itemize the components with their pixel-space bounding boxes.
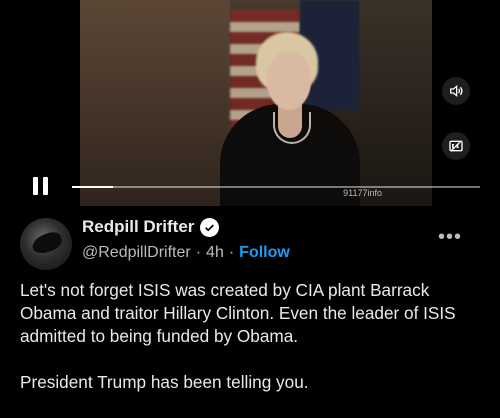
tweet-paragraph: President Trump has been telling you. [20, 372, 309, 392]
video-watermark: 91177info [343, 188, 382, 198]
avatar[interactable] [20, 218, 72, 270]
pause-icon-bar [43, 177, 48, 195]
volume-icon [450, 84, 463, 98]
more-options-icon[interactable]: ••• [438, 227, 462, 247]
video-background [80, 0, 230, 206]
tweet: Redpill Drifter @RedpillDrifter · 4h · F… [0, 206, 500, 418]
video-progress-bar[interactable] [72, 186, 480, 188]
pause-icon [33, 177, 38, 195]
follow-button[interactable]: Follow [239, 244, 290, 262]
tweet-text: Let's not forget ISIS was created by CIA… [20, 279, 490, 417]
video-progress-fill [72, 186, 113, 188]
volume-button[interactable] [442, 77, 470, 105]
author-row: Redpill Drifter [82, 217, 220, 237]
author-handle[interactable]: @RedpillDrifter [82, 244, 191, 262]
separator: · [228, 244, 235, 261]
separator: · [195, 244, 202, 261]
avatar-bird-silhouette [29, 229, 65, 257]
tweet-paragraph: Let's not forget ISIS was created by CIA… [20, 280, 456, 346]
captions-off-icon [449, 140, 463, 152]
author-name[interactable]: Redpill Drifter [82, 217, 194, 237]
video-frame [80, 0, 432, 206]
video-person-face [267, 52, 311, 110]
handle-row: @RedpillDrifter · 4h · Follow [82, 244, 290, 262]
captions-button[interactable] [442, 132, 470, 160]
video-player[interactable]: 91177info [0, 0, 500, 206]
pause-button[interactable] [33, 177, 49, 195]
video-dark-flag [360, 0, 432, 206]
tweet-time[interactable]: 4h [206, 244, 224, 262]
verified-icon [200, 217, 220, 237]
